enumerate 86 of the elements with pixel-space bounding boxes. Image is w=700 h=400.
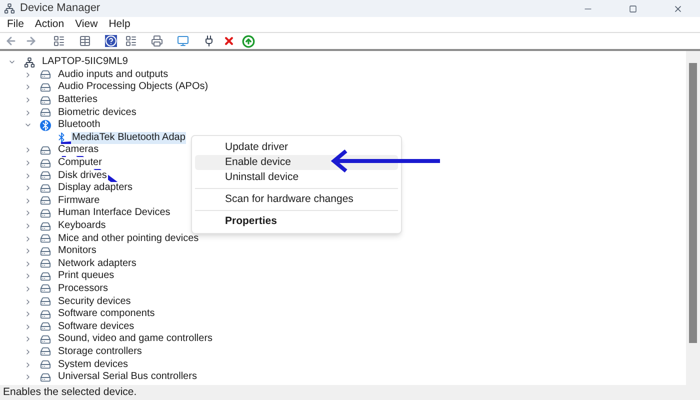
forward-arrow-icon <box>24 35 36 47</box>
tree-item[interactable]: System devices <box>57 358 130 371</box>
menu-item[interactable]: Action <box>34 16 64 32</box>
device-icon <box>40 270 51 282</box>
scrollbar-thumb[interactable] <box>689 63 697 343</box>
device-icon <box>40 144 51 156</box>
computer-icon <box>24 56 35 68</box>
expand-chevron-icon[interactable] <box>24 146 32 154</box>
tree-item[interactable]: Print queues <box>57 270 116 282</box>
tree-item[interactable]: Software components <box>57 308 156 320</box>
plug-icon <box>202 35 214 47</box>
expand-chevron-icon[interactable] <box>24 234 32 243</box>
back-arrow-icon <box>4 35 16 47</box>
expand-chevron-icon[interactable] <box>24 260 32 268</box>
device-icon <box>40 308 51 320</box>
tree-item[interactable]: Display adapters <box>57 182 134 194</box>
expand-chevron-icon[interactable] <box>24 209 32 218</box>
expand-chevron-icon[interactable] <box>24 184 32 192</box>
expand-chevron-icon[interactable] <box>24 335 32 344</box>
device-icon <box>40 359 51 370</box>
device-icon <box>40 258 51 270</box>
expand-chevron-icon[interactable] <box>24 108 32 117</box>
menu-option[interactable]: Update driver <box>195 140 398 155</box>
expand-chevron-icon[interactable] <box>24 83 32 92</box>
device-icon <box>40 372 51 383</box>
expand-chevron-icon[interactable] <box>24 373 32 382</box>
expand-chevron-icon[interactable] <box>24 360 32 369</box>
device-icon <box>40 233 51 244</box>
help-button[interactable] <box>102 34 119 48</box>
expand-chevron-icon[interactable] <box>24 96 32 104</box>
device-icon <box>40 208 51 219</box>
tree-item[interactable]: Keyboards <box>57 220 107 232</box>
device-icon <box>40 321 51 332</box>
tree-item[interactable]: Security devices <box>57 296 132 308</box>
device-icon <box>40 107 51 118</box>
tree-item[interactable]: Mice and other pointing devices <box>57 232 200 245</box>
menu-item[interactable]: View <box>75 16 98 32</box>
expand-chevron-icon[interactable] <box>24 222 32 230</box>
tree-item[interactable]: MediaTek Bluetooth Adap <box>71 132 186 144</box>
enable-button[interactable] <box>240 34 257 48</box>
tree-item[interactable]: Disk drives <box>57 170 108 182</box>
close-icon <box>672 4 682 14</box>
device-icon <box>40 346 51 358</box>
expand-chevron-icon[interactable] <box>24 298 32 306</box>
menu-option[interactable]: Properties <box>195 214 398 229</box>
tree-item[interactable]: Audio Processing Objects (APOs) <box>57 81 210 94</box>
window-title: Device Manager <box>20 1 100 16</box>
device-icon <box>40 220 51 232</box>
expand-chevron-icon[interactable] <box>24 196 32 205</box>
tree-item[interactable]: Network adapters <box>57 258 138 270</box>
menu-item[interactable]: Help <box>108 16 130 32</box>
x-icon <box>222 35 234 47</box>
device-icon <box>40 158 51 169</box>
maximize-icon <box>628 4 636 12</box>
menu-option[interactable]: Scan for hardware changes <box>195 192 398 207</box>
device-icon <box>40 296 51 308</box>
bluetooth-icon <box>56 132 67 144</box>
device-icon <box>40 195 51 206</box>
device-icon <box>40 283 51 294</box>
bluetooth-icon <box>40 120 51 131</box>
expand-chevron-icon[interactable] <box>24 272 32 280</box>
status-text: Enables the selected device. <box>3 384 137 400</box>
menu-option[interactable]: Uninstall device <box>195 170 398 185</box>
tree-item[interactable]: Computer <box>57 157 103 170</box>
device-icon <box>40 182 51 194</box>
device-icon <box>40 246 51 257</box>
scrollbar[interactable] <box>686 51 700 385</box>
app-icon <box>4 3 15 14</box>
tree-item[interactable]: Cameras <box>57 144 100 156</box>
expand-chevron-icon[interactable] <box>24 70 32 79</box>
device-icon <box>40 82 51 93</box>
expand-chevron-icon[interactable] <box>24 322 32 331</box>
device-icon <box>40 69 51 80</box>
expand-chevron-icon[interactable] <box>24 348 32 356</box>
device-icon <box>40 334 51 345</box>
device-icon <box>40 170 51 182</box>
expand-chevron-icon[interactable] <box>24 159 32 168</box>
expand-chevron-icon[interactable] <box>24 247 32 256</box>
expand-chevron-icon[interactable] <box>24 172 32 180</box>
tree-item[interactable]: Sound, video and game controllers <box>57 333 214 346</box>
expand-chevron-icon[interactable] <box>24 310 32 318</box>
tree-item[interactable]: Storage controllers <box>57 346 143 358</box>
expand-chevron-icon[interactable] <box>24 284 32 293</box>
tree-item[interactable]: Audio inputs and outputs <box>57 68 170 81</box>
menu-item[interactable]: File <box>7 16 24 32</box>
device-icon <box>40 94 51 106</box>
